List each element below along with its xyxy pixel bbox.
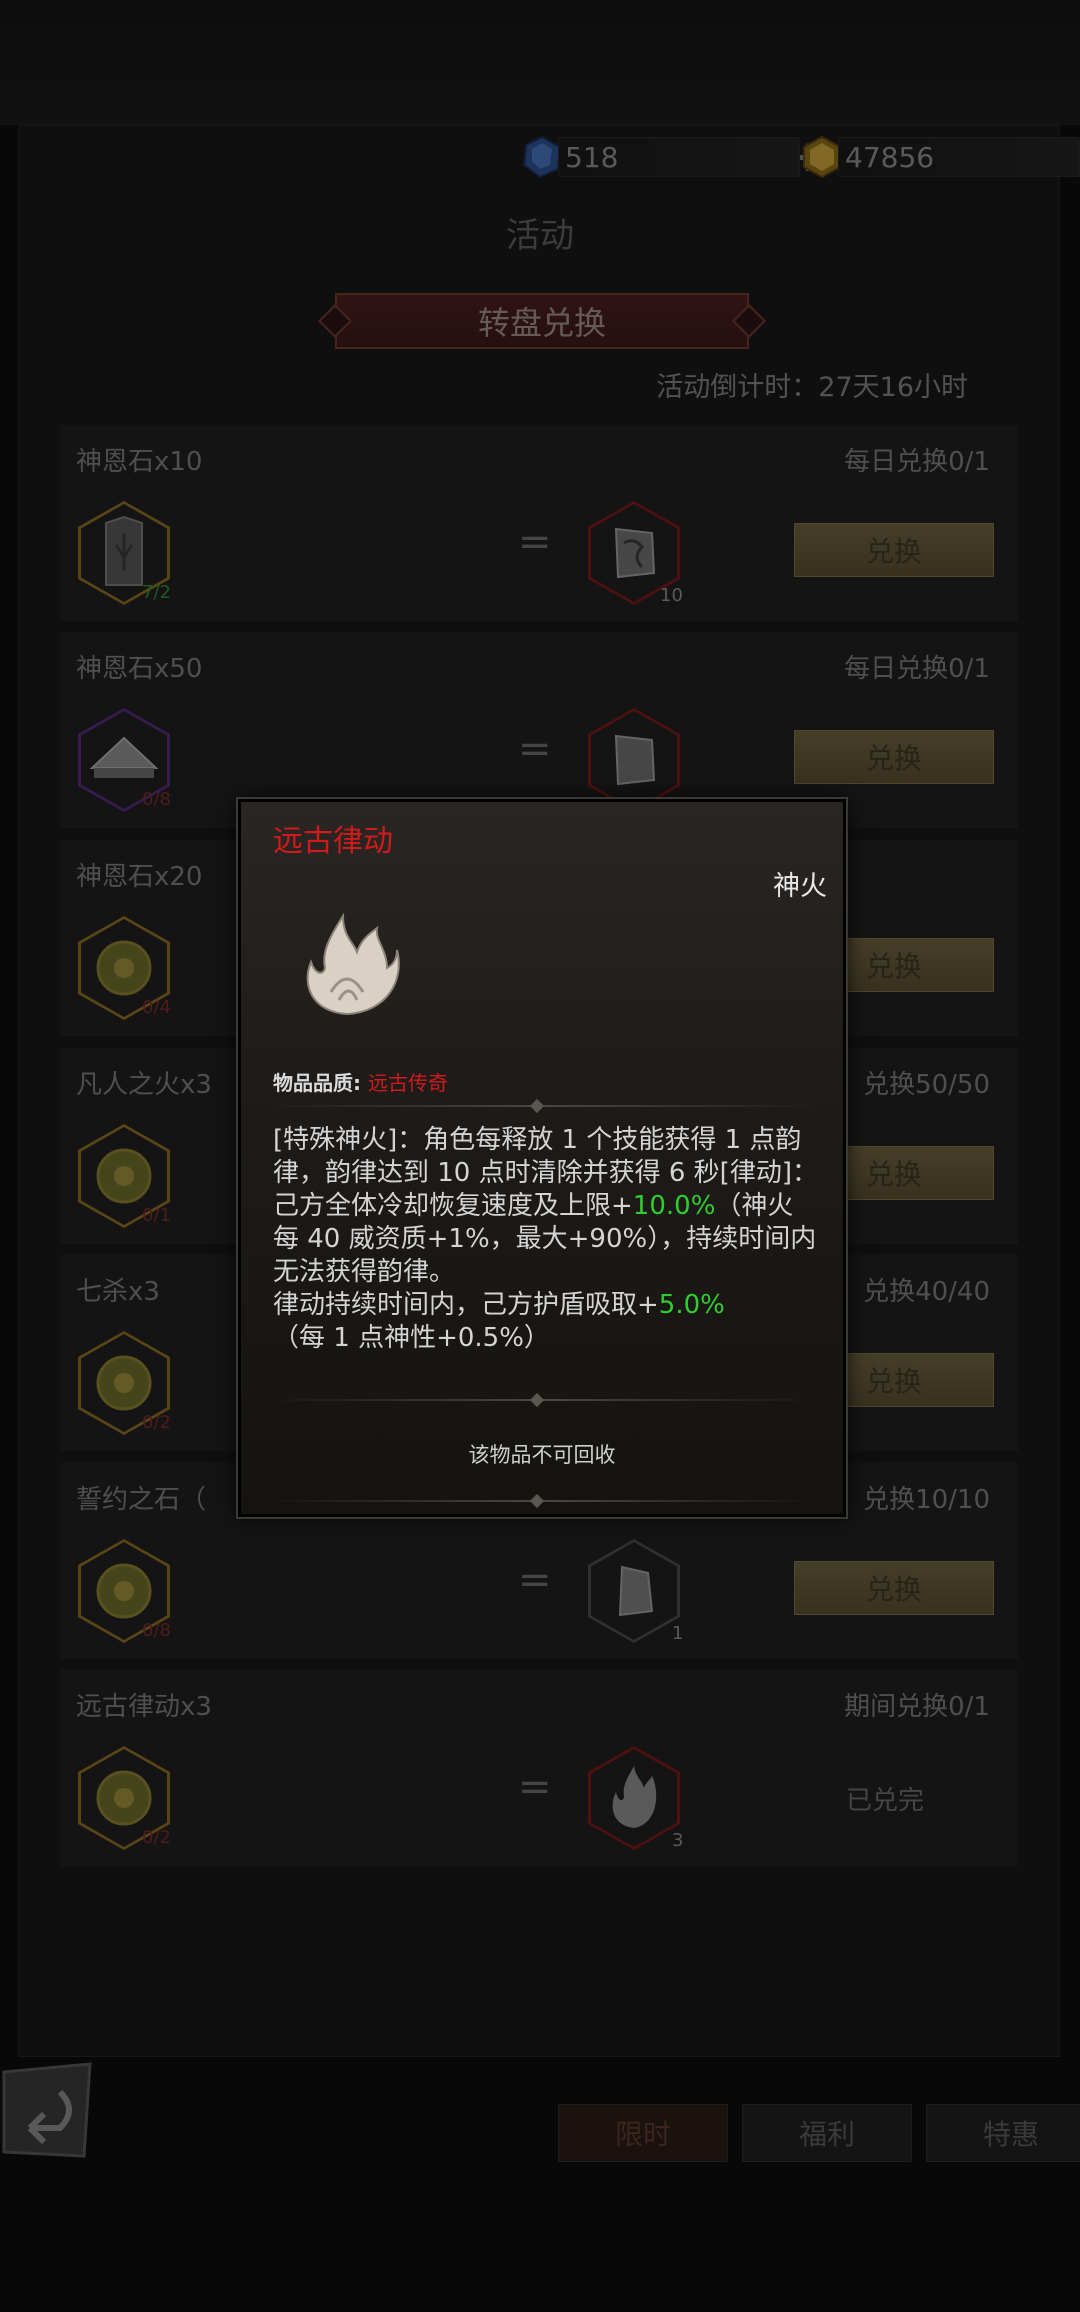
item-description: [特殊神火]：角色每释放 1 个技能获得 1 点韵律，韵律达到 10 点时清除并…: [273, 1125, 818, 1353]
item-quality: 物品品质: 远古传奇: [273, 1071, 448, 1095]
divine-fire-icon: [306, 912, 400, 1016]
item-type: 神火: [773, 871, 827, 902]
divider: [267, 1493, 817, 1509]
not-recyclable-note: 该物品不可回收: [468, 1443, 616, 1467]
cooldown-bonus-value: 10.0%: [632, 1191, 716, 1221]
divider: [267, 1392, 817, 1408]
item-tooltip-popup: 远古律动 神火 物品品质: 远古传奇 [特殊神火]：角色每释放 1 个技能获得 …: [238, 799, 846, 1517]
quality-value: 远古传奇: [367, 1071, 448, 1095]
divider: [267, 1098, 817, 1114]
item-title: 远古律动: [273, 824, 393, 859]
shield-absorb-value: 5.0%: [658, 1290, 725, 1320]
